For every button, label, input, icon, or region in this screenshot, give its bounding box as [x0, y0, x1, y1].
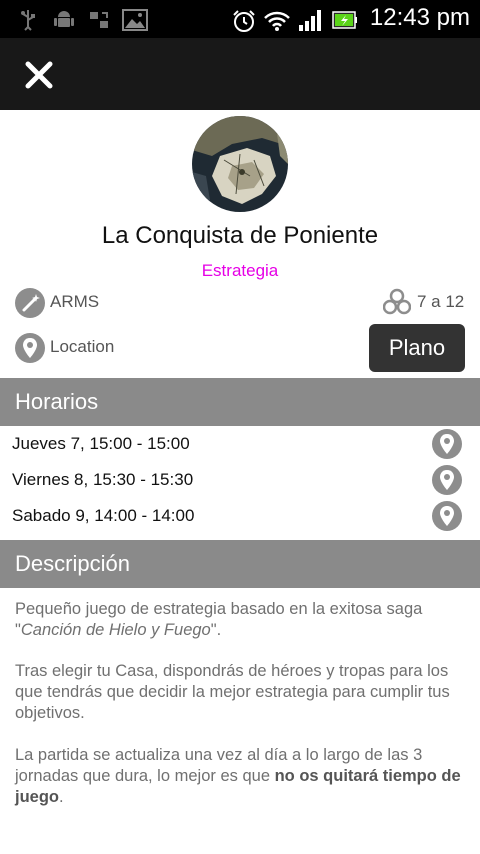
event-avatar: [192, 116, 288, 212]
schedule-header: Horarios: [0, 378, 480, 426]
schedule-item-text: Viernes 8, 15:30 - 15:30: [12, 470, 194, 489]
plano-button[interactable]: Plano: [369, 324, 465, 372]
description-paragraph: La partida se actualiza una vez al día a…: [15, 745, 465, 808]
status-time: 12:43 pm: [369, 4, 470, 31]
event-category: Estrategia: [201, 261, 279, 280]
description-header: Descripción: [0, 540, 480, 588]
description-header-label: Descripción: [15, 551, 130, 576]
location-pin-icon: [15, 333, 45, 363]
description-paragraph: Pequeño juego de estrategia basado en la…: [15, 599, 465, 641]
description-text: .: [59, 788, 64, 806]
description-italic: Canción de Hielo y Fuego: [20, 621, 211, 639]
players-icon: [383, 288, 411, 315]
schedule-header-label: Horarios: [15, 389, 99, 414]
location-pin-icon[interactable]: [432, 465, 462, 495]
event-title: La Conquista de Poniente: [101, 222, 379, 249]
location-pin-icon[interactable]: [432, 501, 462, 531]
battery-icon: [332, 11, 357, 29]
gallery-icon: [122, 9, 148, 31]
event-location: Location: [50, 337, 115, 356]
schedule-row: Sabado 9, 14:00 - 14:00: [0, 498, 480, 534]
usb-icon: [21, 10, 35, 31]
close-icon[interactable]: [22, 58, 56, 92]
status-bar: 12:43 pm: [0, 0, 480, 38]
description-paragraph: Tras elegir tu Casa, dispondrás de héroe…: [15, 661, 465, 724]
alarm-icon: [233, 10, 255, 32]
android-icon: [54, 11, 74, 27]
schedule-row: Viernes 8, 15:30 - 15:30: [0, 462, 480, 498]
description-text: ".: [210, 621, 222, 639]
close-button[interactable]: [22, 58, 56, 92]
location-pin-icon[interactable]: [432, 429, 462, 459]
signal-icon: [299, 10, 321, 31]
description-text: Tras elegir tu Casa, dispondrás de héroe…: [15, 662, 450, 722]
schedule-item-text: Jueves 7, 15:00 - 15:00: [12, 434, 190, 453]
wifi-icon: [264, 11, 290, 31]
wand-icon: [15, 288, 45, 318]
sync-icon: [90, 12, 108, 28]
schedule-row: Jueves 7, 15:00 - 15:00: [0, 426, 480, 462]
app-bar: [0, 38, 480, 110]
event-players: 7 a 12: [417, 292, 465, 311]
event-organizer: ARMS: [50, 292, 100, 311]
schedule-item-text: Sabado 9, 14:00 - 14:00: [12, 506, 195, 525]
